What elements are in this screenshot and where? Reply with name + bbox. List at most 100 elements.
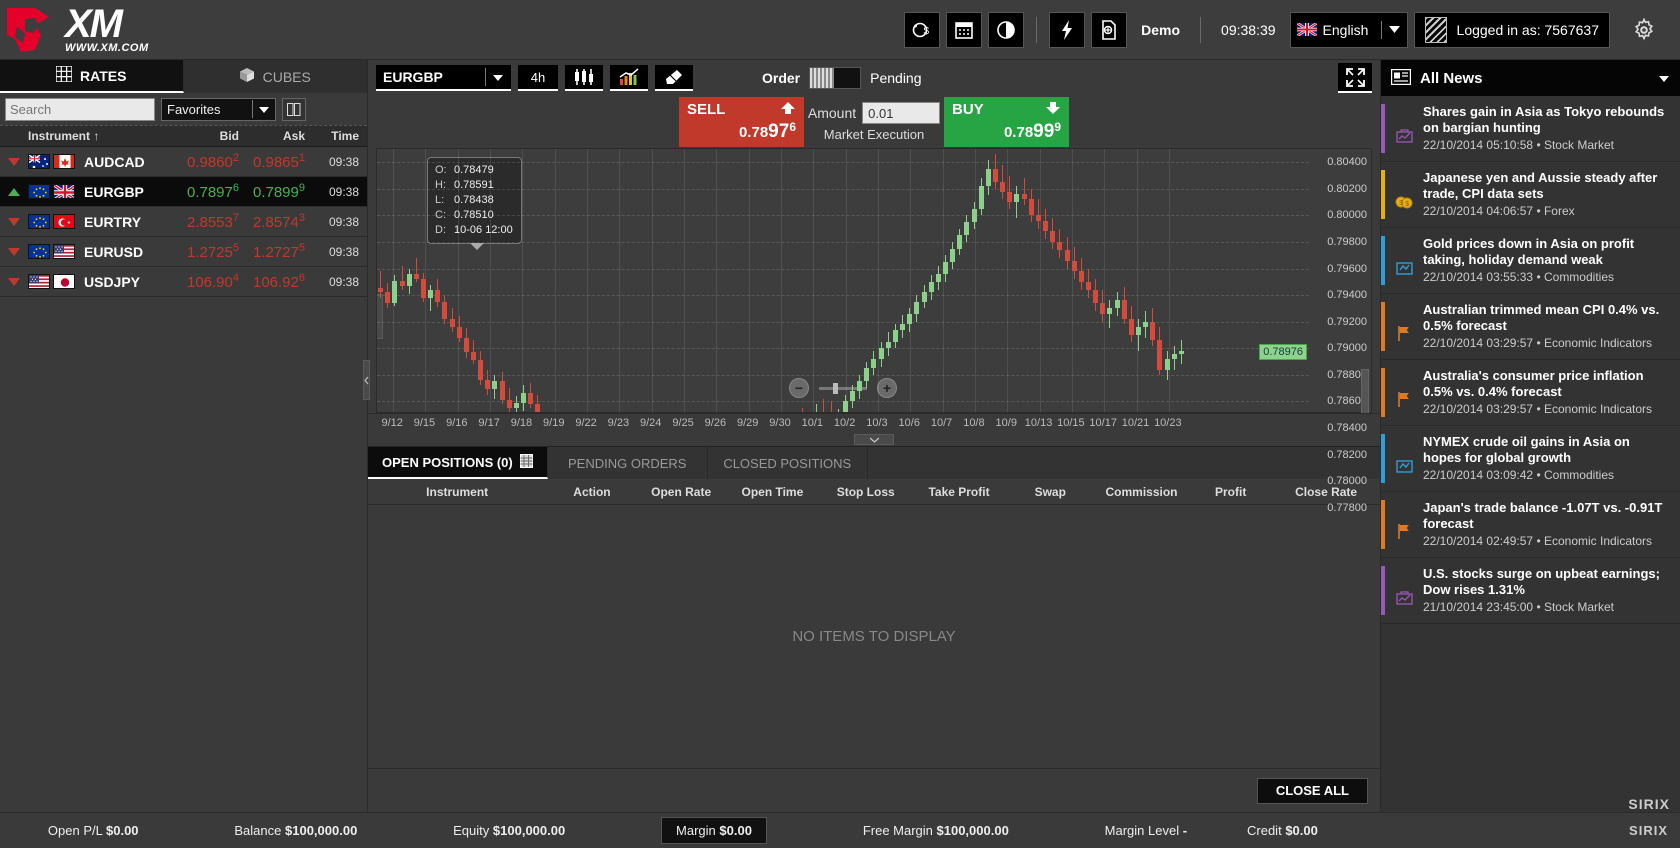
news-panel-icon[interactable]: [1391, 69, 1411, 88]
timeframe-selector[interactable]: 4h: [518, 65, 558, 91]
amount-input[interactable]: [862, 102, 940, 124]
rate-row-eurgbp[interactable]: EURGBP0.789760.7899909:38: [0, 177, 367, 207]
news-item[interactable]: U.S. stocks surge on upbeat earnings; Do…: [1381, 558, 1680, 624]
pos-col-stop-loss[interactable]: Stop Loss: [820, 485, 911, 499]
tab-pending-orders[interactable]: PENDING ORDERS: [548, 447, 708, 479]
pie-icon[interactable]: [988, 12, 1024, 48]
lightning-icon[interactable]: [1049, 12, 1085, 48]
deposit-icon[interactable]: $: [904, 12, 940, 48]
news-item[interactable]: Australian trimmed mean CPI 0.4% vs. 0.5…: [1381, 294, 1680, 360]
language-selector[interactable]: English: [1290, 12, 1408, 48]
news-category-bar: [1381, 236, 1385, 285]
free-margin-stat: Free Margin $100,000.00: [863, 823, 1009, 838]
chart-left-handle[interactable]: [377, 294, 383, 339]
rate-row-usdjpy[interactable]: USDJPY106.904106.92609:38: [0, 267, 367, 297]
calendar-icon[interactable]: [946, 12, 982, 48]
pos-col-instrument[interactable]: Instrument: [368, 485, 546, 499]
pos-col-open-time[interactable]: Open Time: [725, 485, 820, 499]
close-all-button[interactable]: CLOSE ALL: [1257, 778, 1368, 804]
chevron-down-icon[interactable]: [1388, 22, 1401, 37]
pos-col-swap[interactable]: Swap: [1007, 485, 1094, 499]
zoom-out-button[interactable]: −: [789, 378, 809, 398]
search-field[interactable]: [10, 102, 186, 117]
x-axis-label: 10/23: [1154, 417, 1182, 429]
tab-cubes[interactable]: CUBES: [184, 60, 368, 93]
table-icon[interactable]: [520, 454, 533, 471]
pos-col-open-rate[interactable]: Open Rate: [638, 485, 725, 499]
bid-price[interactable]: 0.98602: [173, 152, 239, 171]
favorites-dropdown[interactable]: Favorites: [161, 98, 276, 121]
ask-price[interactable]: 0.98651: [239, 152, 305, 171]
news-item[interactable]: Australia's consumer price inflation 0.5…: [1381, 360, 1680, 426]
chevron-down-icon[interactable]: [492, 70, 504, 85]
bid-price[interactable]: 1.27255: [173, 242, 239, 261]
tab-open-positions[interactable]: OPEN POSITIONS (0): [368, 447, 548, 479]
report-icon[interactable]: [1091, 12, 1127, 48]
news-text: Australian trimmed mean CPI 0.4% vs. 0.5…: [1423, 302, 1671, 351]
news-item[interactable]: Shares gain in Asia as Tokyo rebounds on…: [1381, 96, 1680, 162]
ohlc-low: 0.78438: [454, 193, 494, 208]
chart-vertical-scrollbar[interactable]: [1361, 369, 1369, 414]
bid-price[interactable]: 0.78976: [173, 182, 239, 201]
rate-row-eurtry[interactable]: EURTRY2.855372.8574309:38: [0, 207, 367, 237]
price-chart[interactable]: O:0.78479 H:0.78591 L:0.78438 C:0.78510 …: [376, 148, 1372, 413]
news-item[interactable]: $$Japanese yen and Aussie steady after t…: [1381, 162, 1680, 228]
lang-divider: [1381, 21, 1382, 39]
tab-closed-positions[interactable]: CLOSED POSITIONS: [708, 447, 868, 479]
chart-plot-area[interactable]: O:0.78479 H:0.78591 L:0.78438 C:0.78510 …: [377, 149, 1309, 412]
expand-icon[interactable]: [1338, 63, 1372, 93]
candlestick: [800, 408, 805, 412]
open-positions-label: OPEN POSITIONS (0): [382, 455, 513, 470]
symbol-selector[interactable]: EURGBP: [376, 65, 511, 91]
view-toggle-button[interactable]: [282, 98, 306, 121]
gear-icon[interactable]: [1624, 10, 1664, 50]
deal-panel: SELL 0.78976 Amount: [368, 96, 1380, 148]
pos-col-take-profit[interactable]: Take Profit: [911, 485, 1006, 499]
tab-rates[interactable]: RATES: [0, 60, 184, 93]
rates-col-bid[interactable]: Bid: [173, 129, 239, 143]
panel-resize-handle[interactable]: [363, 360, 370, 400]
news-item[interactable]: NYMEX crude oil gains in Asia on hopes f…: [1381, 426, 1680, 492]
xm-logo[interactable]: XM WWW.XM.COM: [0, 0, 165, 60]
eraser-icon[interactable]: [655, 65, 693, 91]
news-item[interactable]: Gold prices down in Asia on profit takin…: [1381, 228, 1680, 294]
rates-col-instrument[interactable]: Instrument ↑: [28, 129, 173, 143]
sell-button[interactable]: SELL 0.78976: [679, 97, 804, 147]
pos-col-commission[interactable]: Commission: [1094, 485, 1189, 499]
indicator-icon[interactable]: [610, 65, 648, 91]
chevron-down-icon[interactable]: [258, 102, 270, 117]
rate-row-audcad[interactable]: AUDCAD0.986020.9865109:38: [0, 147, 367, 177]
candlestick: [1050, 218, 1055, 249]
ask-price[interactable]: 1.27275: [239, 242, 305, 261]
y-axis-label: 0.79800: [1327, 236, 1367, 248]
rate-row-eurusd[interactable]: EURUSD1.272551.2727509:38: [0, 237, 367, 267]
account-info[interactable]: Logged in as: 7567637: [1414, 12, 1610, 48]
candlestick-icon[interactable]: [565, 65, 603, 91]
news-category-bar: [1381, 434, 1385, 483]
chevron-down-icon[interactable]: [1658, 71, 1670, 86]
x-axis-label: 9/23: [608, 417, 629, 429]
bid-price[interactable]: 2.85537: [173, 212, 239, 231]
grid-line-vertical: [781, 149, 782, 412]
pos-col-profit[interactable]: Profit: [1189, 485, 1272, 499]
chart-bottom-resize[interactable]: [368, 433, 1380, 446]
news-list[interactable]: Shares gain in Asia as Tokyo rebounds on…: [1381, 96, 1680, 794]
news-item[interactable]: Japan's trade balance -1.07T vs. -0.91T …: [1381, 492, 1680, 558]
grid-line-vertical: [684, 149, 685, 412]
search-input[interactable]: [5, 98, 155, 121]
pos-col-action[interactable]: Action: [546, 485, 637, 499]
candlestick: [457, 316, 462, 341]
news-category-bar: [1381, 566, 1385, 615]
topbar-actions: $ Demo 09:38:39 English: [904, 10, 1680, 50]
ask-price[interactable]: 0.78999: [239, 182, 305, 201]
news-meta: 22/10/2014 03:29:57 • Economic Indicator…: [1423, 401, 1671, 417]
cube-icon: [239, 67, 255, 86]
ask-price[interactable]: 106.926: [239, 272, 305, 291]
bid-price[interactable]: 106.904: [173, 272, 239, 291]
rates-col-time[interactable]: Time: [305, 129, 367, 143]
buy-button[interactable]: BUY 0.78999: [944, 97, 1069, 147]
rates-col-ask[interactable]: Ask: [239, 129, 305, 143]
ask-price[interactable]: 2.85743: [239, 212, 305, 231]
zoom-in-button[interactable]: +: [877, 378, 897, 398]
order-pending-toggle[interactable]: [809, 67, 861, 89]
